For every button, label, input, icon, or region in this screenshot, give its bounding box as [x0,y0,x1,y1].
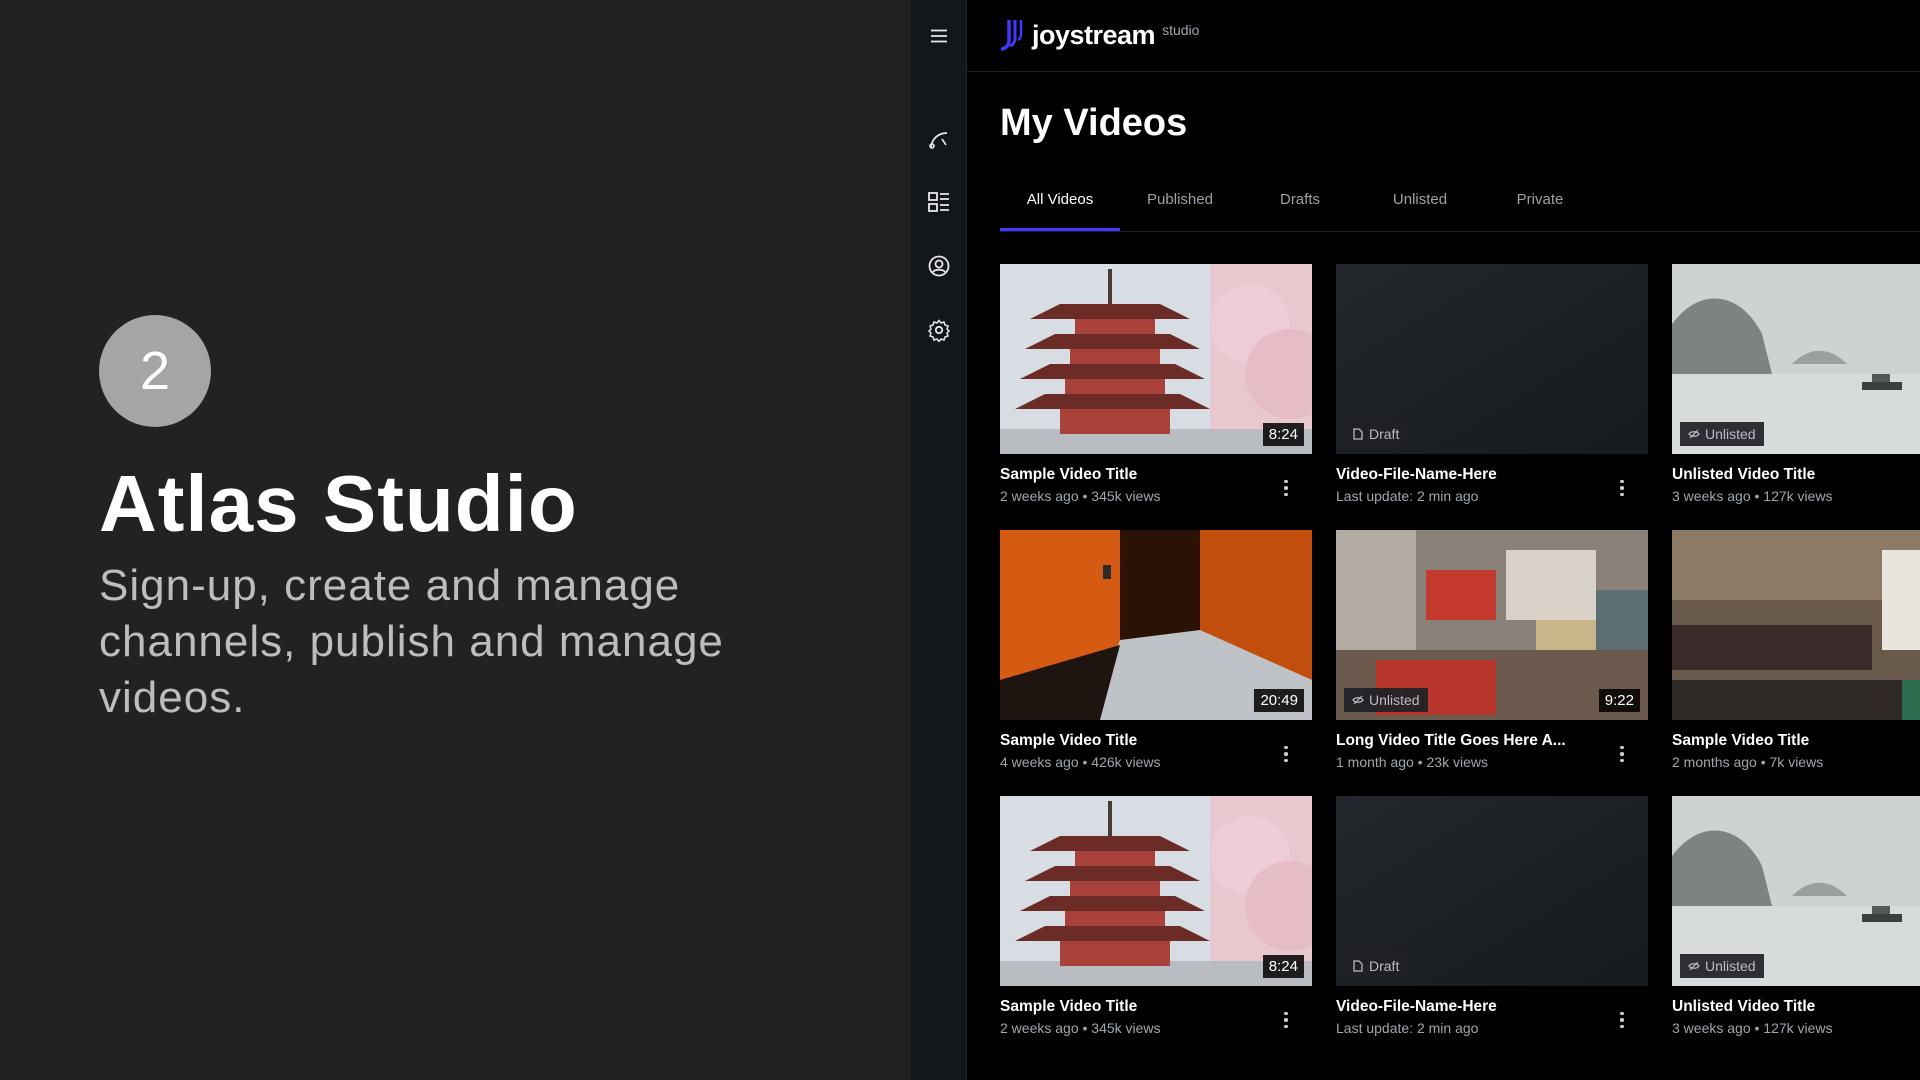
video-title[interactable]: Sample Video Title [1000,998,1260,1016]
status-badge-label: Draft [1369,426,1400,442]
status-badge: Unlisted [1680,954,1764,978]
status-badge: Draft [1344,954,1408,978]
video-title[interactable]: Sample Video Title [1672,732,1920,750]
video-thumbnail[interactable]: 8:24 [1000,264,1312,454]
status-badge: Unlisted [1680,422,1764,446]
video-title[interactable]: Unlisted Video Title [1672,998,1920,1016]
page-title: My Videos [1000,102,1188,144]
more-options-icon[interactable] [1276,1008,1296,1032]
studio-app: joystream studio My Videos All Videos Pu… [967,0,1920,1080]
tab-private[interactable]: Private [1480,184,1600,231]
unlisted-eye-off-icon [1352,695,1364,705]
video-duration: 8:24 [1262,955,1304,978]
video-meta: 2 weeks ago • 345k views [1000,488,1161,504]
video-card[interactable]: Sample Video Title 2 months ago • 7k view… [1672,530,1920,770]
video-duration: 9:22 [1598,689,1640,712]
draft-document-icon [1353,960,1363,972]
status-badge-label: Draft [1369,958,1400,974]
video-thumbnail[interactable]: Draft [1336,796,1648,986]
video-meta: 1 month ago • 23k views [1336,754,1488,770]
video-duration: 8:24 [1262,423,1304,446]
video-meta: Last update: 2 min ago [1336,1020,1479,1036]
video-title[interactable]: Video-File-Name-Here [1336,998,1596,1016]
promo-panel: 2 Atlas Studio Sign-up, create and manag… [0,0,911,1080]
status-badge-label: Unlisted [1369,692,1420,708]
joystream-logo-icon [1000,20,1023,51]
video-meta: 2 weeks ago • 345k views [1000,1020,1161,1036]
video-thumbnail[interactable]: Unlisted 9:22 [1336,530,1648,720]
video-filter-tabs: All Videos Published Drafts Unlisted Pri… [1000,184,1920,232]
video-meta: 4 weeks ago • 426k views [1000,754,1161,770]
promo-title: Atlas Studio [99,459,578,548]
video-card[interactable]: Draft Video-File-Name-Here Last update: 2 … [1336,264,1648,504]
video-thumbnail[interactable]: Draft [1336,264,1648,454]
joystream-studio-logo[interactable]: joystream studio [1000,18,1199,52]
tab-drafts[interactable]: Drafts [1240,184,1360,231]
video-thumbnail[interactable]: Unlisted [1672,264,1920,454]
draft-document-icon [1353,428,1363,440]
settings-gear-icon[interactable] [927,318,951,342]
more-options-icon[interactable] [1276,742,1296,766]
more-options-icon[interactable] [1276,476,1296,500]
videos-grid-icon[interactable] [927,190,951,214]
top-bar: joystream studio [967,0,1920,72]
status-badge: Draft [1344,422,1408,446]
video-card[interactable]: 8:24 Sample Video Title 2 weeks ago • 345k… [1000,264,1312,504]
video-meta: 3 weeks ago • 127k views [1672,488,1833,504]
more-options-icon[interactable] [1612,742,1632,766]
video-card[interactable]: Draft Video-File-Name-Here Last update: 2 … [1336,796,1648,1036]
video-duration: 20:49 [1254,689,1304,712]
unlisted-eye-off-icon [1688,961,1700,971]
video-thumbnail[interactable]: 20:49 [1000,530,1312,720]
video-card[interactable]: Unlisted 9:22 Long Video Title Goes Here A… [1336,530,1648,770]
more-options-icon[interactable] [1612,476,1632,500]
tab-published[interactable]: Published [1120,184,1240,231]
video-card[interactable]: Unlisted Unlisted Video Title 3 weeks ago … [1672,796,1920,1036]
unlisted-eye-off-icon [1688,429,1700,439]
logo-subtext: studio [1162,22,1200,38]
video-thumbnail[interactable]: Unlisted [1672,796,1920,986]
side-navigation-rail [911,0,967,1080]
video-meta: 3 weeks ago • 127k views [1672,1020,1833,1036]
promo-description: Sign-up, create and manage channels, pub… [99,561,724,722]
hamburger-menu-icon[interactable] [927,24,951,48]
video-meta: 2 months ago • 7k views [1672,754,1824,770]
video-thumbnail[interactable]: 8:24 [1000,796,1312,986]
step-number-badge: 2 [99,315,211,427]
status-badge: Unlisted [1344,688,1428,712]
video-title[interactable]: Video-File-Name-Here [1336,466,1596,484]
video-thumbnail[interactable] [1672,530,1920,720]
video-card[interactable]: 20:49 Sample Video Title 4 weeks ago • 426… [1000,530,1312,770]
video-title[interactable]: Sample Video Title [1000,466,1260,484]
video-card[interactable]: 8:24 Sample Video Title 2 weeks ago • 345k… [1000,796,1312,1036]
video-title[interactable]: Long Video Title Goes Here A... [1336,732,1596,750]
thumbnail-neon-signs-image [1672,530,1920,720]
logo-text: joystream [1032,20,1156,50]
video-title[interactable]: Sample Video Title [1000,732,1260,750]
tab-unlisted[interactable]: Unlisted [1360,184,1480,231]
video-card[interactable]: Unlisted Unlisted Video Title 3 weeks ago … [1672,264,1920,504]
channel-icon[interactable] [927,254,951,278]
video-title[interactable]: Unlisted Video Title [1672,466,1920,484]
video-meta: Last update: 2 min ago [1336,488,1479,504]
tab-all-videos[interactable]: All Videos [1000,184,1120,231]
upload-icon[interactable] [927,127,951,151]
status-badge-label: Unlisted [1705,426,1756,442]
more-options-icon[interactable] [1612,1008,1632,1032]
status-badge-label: Unlisted [1705,958,1756,974]
